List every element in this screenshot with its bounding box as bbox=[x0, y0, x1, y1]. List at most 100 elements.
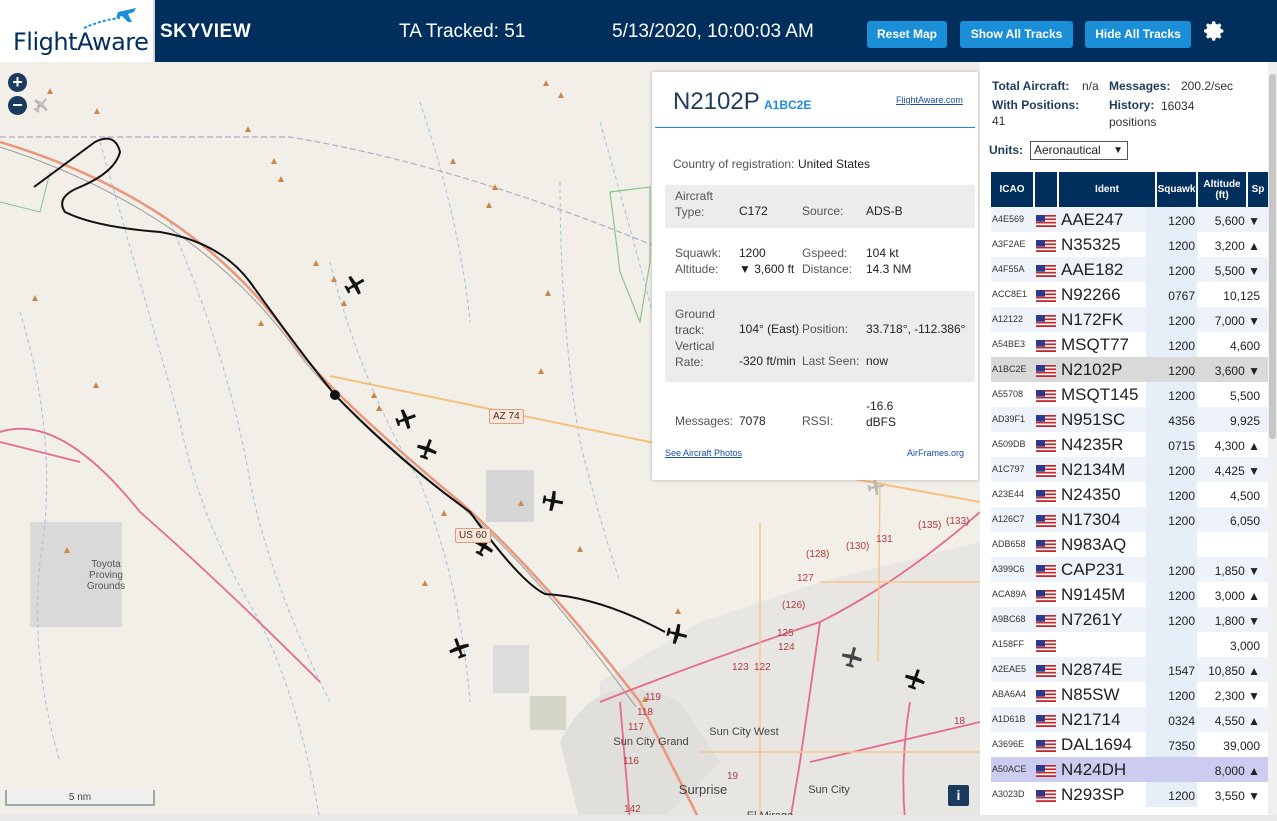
table-row[interactable]: ADB658 N983AQ bbox=[991, 532, 1277, 557]
altitude-cell: 1,850 ▼ bbox=[1214, 564, 1260, 578]
table-row[interactable]: A1D61B N21714 0324 4,550 ▲ bbox=[991, 707, 1277, 732]
table-row[interactable]: A509DB N4235R 0715 4,300 ▲ bbox=[991, 432, 1277, 457]
table-row[interactable]: A50ACE N424DH 8,000 ▲ bbox=[991, 757, 1277, 782]
column-header-speed[interactable]: Sp bbox=[1248, 172, 1268, 207]
gspeed-label: Gspeed: bbox=[802, 246, 848, 260]
aircraft-icon[interactable] bbox=[393, 406, 419, 432]
table-row[interactable]: A55708 MSQT145 1200 5,500 bbox=[991, 382, 1277, 407]
mountain-peaks bbox=[32, 80, 681, 702]
altitude-cell: 3,200 ▲ bbox=[1214, 239, 1260, 253]
road-number: (126) bbox=[782, 600, 806, 611]
column-header-altitude[interactable]: Altitude (ft) bbox=[1198, 172, 1246, 207]
us-flag-icon bbox=[1036, 740, 1056, 752]
units-select[interactable]: Aeronautical ▼ bbox=[1030, 141, 1128, 160]
column-header-icao[interactable]: ICAO bbox=[991, 172, 1033, 207]
us-flag-icon bbox=[1036, 365, 1056, 377]
column-header-squawk[interactable]: Squawk bbox=[1157, 172, 1196, 207]
road-number: 18 bbox=[954, 716, 966, 727]
squawk-cell: 1200 bbox=[1168, 339, 1195, 353]
zoom-out-button[interactable]: − bbox=[8, 96, 27, 115]
squawk-cell: 1200 bbox=[1168, 689, 1195, 703]
flightaware-logo[interactable]: FlightAware bbox=[0, 0, 155, 62]
squawk-cell: 0324 bbox=[1168, 714, 1195, 728]
column-header-ident[interactable]: Ident bbox=[1059, 172, 1155, 207]
popup-ident: N2102P bbox=[673, 88, 760, 115]
aircraft-icon[interactable] bbox=[902, 666, 928, 692]
panel-scroll-thumb[interactable] bbox=[1269, 74, 1276, 439]
table-row[interactable]: A3696E DAL1694 7350 39,000 bbox=[991, 732, 1277, 757]
total-aircraft-label: Total Aircraft: bbox=[992, 79, 1070, 93]
table-row[interactable]: A23E44 N24350 1200 4,500 bbox=[991, 482, 1277, 507]
show-all-tracks-button[interactable]: Show All Tracks bbox=[960, 21, 1073, 48]
zoom-in-button[interactable]: + bbox=[8, 73, 27, 92]
source-label: Source: bbox=[802, 204, 844, 218]
table-row[interactable]: A4E569 AAE247 1200 5,600 ▼ bbox=[991, 207, 1277, 232]
total-aircraft-value: n/a bbox=[1082, 79, 1099, 93]
icao-cell: A509DB bbox=[992, 439, 1026, 449]
airframes-link[interactable]: AirFrames.org bbox=[907, 448, 964, 458]
ground-track-value: 104° (East) bbox=[739, 322, 800, 336]
road-shield-us60: US 60 bbox=[455, 528, 491, 543]
squawk-cell: 1200 bbox=[1168, 239, 1195, 253]
table-row[interactable]: A158FF 3,000 bbox=[991, 632, 1277, 657]
selected-aircraft-icon[interactable] bbox=[664, 621, 690, 647]
aircraft-icon[interactable] bbox=[342, 272, 368, 298]
map-info-button[interactable]: i bbox=[948, 785, 969, 806]
table-row[interactable]: ABA6A4 N85SW 1200 2,300 ▼ bbox=[991, 682, 1277, 707]
table-row[interactable]: A2EAE5 N2874E 1547 10,850 ▲ bbox=[991, 657, 1277, 682]
road-number: 119 bbox=[645, 692, 661, 703]
icao-cell: A54BE3 bbox=[992, 339, 1026, 349]
distance-value: 14.3 NM bbox=[866, 262, 912, 276]
icao-cell: A2EAE5 bbox=[992, 664, 1027, 674]
squawk-cell: 1200 bbox=[1168, 364, 1195, 378]
table-row[interactable]: A1BC2E N2102P 1200 3,600 ▼ bbox=[991, 357, 1277, 382]
table-row[interactable]: A126C7 N17304 1200 6,050 bbox=[991, 507, 1277, 532]
table-row[interactable]: A54BE3 MSQT77 1200 4,600 bbox=[991, 332, 1277, 357]
squawk-cell: 1200 bbox=[1168, 264, 1195, 278]
gear-icon[interactable] bbox=[1202, 19, 1226, 43]
faded-aircraft-icon[interactable] bbox=[866, 477, 886, 497]
aircraft-icon[interactable] bbox=[540, 488, 566, 514]
column-header-flag[interactable] bbox=[1035, 172, 1057, 207]
reset-map-button[interactable]: Reset Map bbox=[867, 21, 947, 48]
aircraft-icon[interactable] bbox=[446, 635, 472, 661]
faded-aircraft-icon[interactable] bbox=[31, 95, 51, 115]
map-view[interactable]: Toyota Proving Grounds Sun City Grand Su… bbox=[0, 62, 980, 821]
icao-cell: ACC8E1 bbox=[992, 289, 1028, 299]
road-shield-az74: AZ 74 bbox=[489, 409, 524, 424]
road-number: 142 bbox=[624, 804, 641, 815]
table-row[interactable]: A3023D N293SP 1200 3,550 ▼ bbox=[991, 782, 1277, 807]
gray-area bbox=[493, 645, 529, 693]
ident-cell: N424DH bbox=[1061, 760, 1127, 779]
chevron-down-icon: ▼ bbox=[1113, 145, 1123, 156]
gray-area bbox=[530, 696, 566, 730]
table-row[interactable]: A399C6 CAP231 1200 1,850 ▼ bbox=[991, 557, 1277, 582]
table-row[interactable]: A4F55A AAE182 1200 5,500 ▼ bbox=[991, 257, 1277, 282]
altitude-cell: 5,500 ▼ bbox=[1214, 264, 1260, 278]
altitude-cell: 4,500 bbox=[1229, 489, 1260, 503]
altitude-label: Altitude: bbox=[675, 262, 719, 276]
altitude-cell: 10,125 bbox=[1223, 289, 1260, 303]
messages-label: Messages: bbox=[675, 414, 734, 428]
icao-cell: A50ACE bbox=[992, 764, 1027, 774]
aircraft-photos-link[interactable]: See Aircraft Photos bbox=[665, 448, 742, 458]
position-label: Position: bbox=[802, 322, 849, 336]
aircraft-info-popup: N2102P A1BC2E FlightAware.com Country of… bbox=[652, 72, 978, 480]
hide-all-tracks-button[interactable]: Hide All Tracks bbox=[1085, 21, 1191, 48]
flightaware-link[interactable]: FlightAware.com bbox=[896, 95, 963, 105]
table-row[interactable]: A9BC68 N7261Y 1200 1,800 ▼ bbox=[991, 607, 1277, 632]
rssi-value: -16.6 dBFS bbox=[866, 399, 897, 429]
table-row[interactable]: A1C797 N2134M 1200 4,425 ▼ bbox=[991, 457, 1277, 482]
icao-cell: A399C6 bbox=[992, 564, 1025, 574]
squawk-cell: 7350 bbox=[1168, 739, 1195, 753]
vertical-rate-label: Vertical Rate: bbox=[675, 339, 715, 369]
aircraft-icon[interactable] bbox=[839, 644, 865, 670]
horizontal-scrollbar[interactable] bbox=[0, 815, 1277, 821]
aircraft-icon[interactable] bbox=[414, 436, 440, 462]
squawk-value: 1200 bbox=[739, 246, 766, 260]
table-row[interactable]: ACA89A N9145M 1200 3,000 ▲ bbox=[991, 582, 1277, 607]
table-row[interactable]: ACC8E1 N92266 0767 10,125 bbox=[991, 282, 1277, 307]
table-row[interactable]: A12122 N172FK 1200 7,000 ▼ bbox=[991, 307, 1277, 332]
table-row[interactable]: AD39F1 N951SC 4356 9,925 bbox=[991, 407, 1277, 432]
table-row[interactable]: A3F2AE N35325 1200 3,200 ▲ bbox=[991, 232, 1277, 257]
